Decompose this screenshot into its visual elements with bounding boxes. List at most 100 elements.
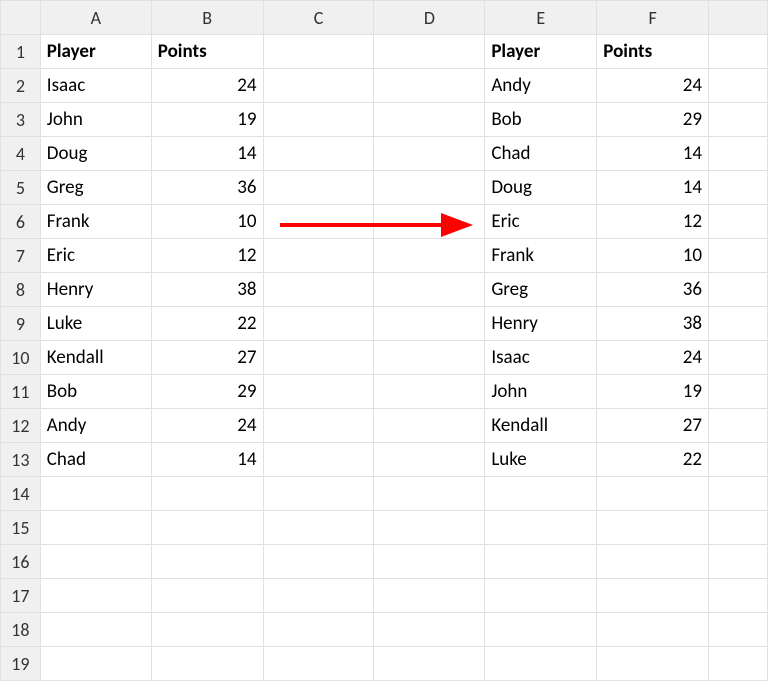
- cell[interactable]: [709, 409, 768, 443]
- cell[interactable]: [485, 511, 597, 545]
- cell[interactable]: 14: [151, 443, 263, 477]
- cell[interactable]: [263, 613, 374, 647]
- cell[interactable]: [374, 69, 485, 103]
- cell[interactable]: [709, 205, 768, 239]
- cell[interactable]: Henry: [40, 273, 151, 307]
- row-header[interactable]: 17: [1, 579, 41, 613]
- cell[interactable]: [263, 137, 374, 171]
- cell[interactable]: 27: [151, 341, 263, 375]
- cell[interactable]: [374, 647, 485, 681]
- cell[interactable]: [263, 69, 374, 103]
- cell[interactable]: [40, 545, 151, 579]
- row-header[interactable]: 15: [1, 511, 41, 545]
- cell[interactable]: [374, 613, 485, 647]
- cell[interactable]: Isaac: [485, 341, 597, 375]
- cell[interactable]: Eric: [40, 239, 151, 273]
- cell[interactable]: [709, 545, 768, 579]
- cell[interactable]: [709, 511, 768, 545]
- cell[interactable]: [40, 647, 151, 681]
- cell[interactable]: [40, 579, 151, 613]
- cell[interactable]: [597, 545, 709, 579]
- cell-E1[interactable]: Player: [485, 35, 597, 69]
- cell[interactable]: [709, 69, 768, 103]
- row-header[interactable]: 7: [1, 239, 41, 273]
- cell[interactable]: [263, 511, 374, 545]
- cell[interactable]: [374, 341, 485, 375]
- cell[interactable]: [374, 443, 485, 477]
- cell[interactable]: 24: [151, 409, 263, 443]
- cell[interactable]: [709, 477, 768, 511]
- cell[interactable]: [709, 579, 768, 613]
- cell[interactable]: [263, 307, 374, 341]
- cell[interactable]: [374, 579, 485, 613]
- cell[interactable]: [263, 341, 374, 375]
- cell[interactable]: Chad: [485, 137, 597, 171]
- cell[interactable]: 38: [151, 273, 263, 307]
- cell[interactable]: [597, 477, 709, 511]
- cell-B1[interactable]: Points: [151, 35, 263, 69]
- cell[interactable]: [263, 171, 374, 205]
- cell[interactable]: 19: [597, 375, 709, 409]
- cell[interactable]: [709, 137, 768, 171]
- cell[interactable]: [151, 647, 263, 681]
- cell[interactable]: [374, 477, 485, 511]
- cell[interactable]: [709, 103, 768, 137]
- cell[interactable]: 14: [597, 171, 709, 205]
- col-header-A[interactable]: A: [40, 1, 151, 35]
- cell[interactable]: 12: [597, 205, 709, 239]
- cell[interactable]: Luke: [40, 307, 151, 341]
- row-header[interactable]: 16: [1, 545, 41, 579]
- cell[interactable]: [374, 171, 485, 205]
- cell[interactable]: Doug: [40, 137, 151, 171]
- cell[interactable]: 36: [597, 273, 709, 307]
- cell[interactable]: [709, 307, 768, 341]
- cell[interactable]: [263, 443, 374, 477]
- cell[interactable]: Frank: [485, 239, 597, 273]
- cell[interactable]: [709, 239, 768, 273]
- cell[interactable]: [40, 477, 151, 511]
- cell[interactable]: [151, 613, 263, 647]
- cell[interactable]: Kendall: [40, 341, 151, 375]
- row-header[interactable]: 14: [1, 477, 41, 511]
- cell[interactable]: [374, 511, 485, 545]
- cell[interactable]: [709, 443, 768, 477]
- row-header[interactable]: 2: [1, 69, 41, 103]
- cell[interactable]: [374, 103, 485, 137]
- cell-F1[interactable]: Points: [597, 35, 709, 69]
- cell[interactable]: [374, 239, 485, 273]
- cell[interactable]: John: [40, 103, 151, 137]
- cell[interactable]: Doug: [485, 171, 597, 205]
- cell[interactable]: [263, 409, 374, 443]
- row-header[interactable]: 5: [1, 171, 41, 205]
- cell[interactable]: Andy: [40, 409, 151, 443]
- cell[interactable]: [709, 341, 768, 375]
- cell[interactable]: [374, 137, 485, 171]
- cell[interactable]: 10: [597, 239, 709, 273]
- row-header[interactable]: 11: [1, 375, 41, 409]
- cell[interactable]: Bob: [485, 103, 597, 137]
- col-header-D[interactable]: D: [374, 1, 485, 35]
- cell[interactable]: [709, 171, 768, 205]
- cell[interactable]: 38: [597, 307, 709, 341]
- row-header[interactable]: 3: [1, 103, 41, 137]
- cell[interactable]: [263, 647, 374, 681]
- cell[interactable]: [485, 647, 597, 681]
- cell[interactable]: Greg: [40, 171, 151, 205]
- cell[interactable]: [485, 545, 597, 579]
- cell[interactable]: Frank: [40, 205, 151, 239]
- row-header[interactable]: 1: [1, 35, 41, 69]
- cell[interactable]: [263, 477, 374, 511]
- cell[interactable]: [263, 273, 374, 307]
- row-header[interactable]: 9: [1, 307, 41, 341]
- cell[interactable]: [597, 579, 709, 613]
- cell[interactable]: [263, 205, 374, 239]
- cell[interactable]: Isaac: [40, 69, 151, 103]
- cell[interactable]: 24: [597, 69, 709, 103]
- cell[interactable]: 10: [151, 205, 263, 239]
- cell[interactable]: 19: [151, 103, 263, 137]
- cell[interactable]: [709, 613, 768, 647]
- cell[interactable]: Greg: [485, 273, 597, 307]
- row-header[interactable]: 18: [1, 613, 41, 647]
- row-header[interactable]: 13: [1, 443, 41, 477]
- cell[interactable]: [597, 511, 709, 545]
